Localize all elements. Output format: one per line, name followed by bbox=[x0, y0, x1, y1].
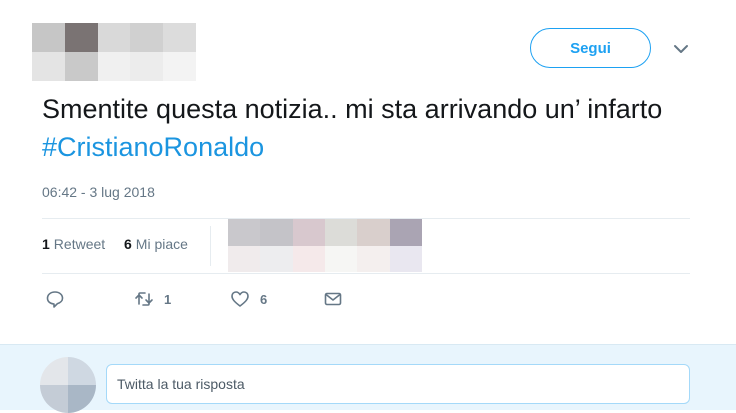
pixel-cell bbox=[357, 219, 390, 246]
pixel-cell bbox=[292, 219, 325, 246]
reply-input[interactable] bbox=[106, 364, 690, 404]
likes-label: Mi piace bbox=[135, 236, 188, 252]
like-button[interactable]: 6 bbox=[230, 289, 267, 309]
pixel-cell bbox=[324, 219, 358, 246]
like-count: 6 bbox=[260, 291, 268, 307]
retweet-icon bbox=[135, 292, 153, 306]
pixel-cell bbox=[163, 23, 196, 52]
follow-button[interactable]: Segui bbox=[530, 28, 651, 68]
hashtag-link[interactable]: #CristianoRonaldo bbox=[42, 132, 264, 162]
pixel-cell bbox=[64, 23, 98, 52]
reply-icon bbox=[46, 291, 64, 308]
pixel-cell bbox=[64, 52, 98, 81]
tweet-text: Smentite questa notizia.. mi sta arrivan… bbox=[42, 90, 702, 166]
pixel-cell bbox=[130, 52, 164, 81]
retweet-button[interactable]: 1 bbox=[134, 289, 171, 309]
pixel-cell bbox=[260, 245, 293, 272]
pixel-cell bbox=[163, 52, 196, 81]
pixel-cell bbox=[292, 245, 325, 272]
user-avatar bbox=[40, 357, 96, 413]
retweets-count: 1 bbox=[42, 236, 50, 252]
direct-message-button[interactable] bbox=[323, 289, 343, 309]
author-avatar-pixelated[interactable] bbox=[32, 23, 196, 81]
pixel-cell bbox=[32, 23, 65, 52]
pixel-cell bbox=[324, 245, 358, 272]
likers-avatars-pixelated[interactable] bbox=[228, 219, 422, 272]
pixel-cell bbox=[130, 23, 164, 52]
retweets-label: Retweet bbox=[53, 236, 106, 252]
pixel-cell bbox=[228, 245, 261, 272]
likes-stat[interactable]: 6 Mi piace bbox=[124, 236, 188, 252]
pixel-cell bbox=[228, 219, 261, 246]
reply-composer bbox=[0, 344, 736, 413]
reply-button[interactable] bbox=[45, 289, 65, 309]
pixel-cell bbox=[40, 357, 68, 385]
pixel-cell bbox=[97, 52, 131, 81]
retweets-stat[interactable]: 1 Retweet bbox=[42, 236, 105, 252]
pixel-cell bbox=[389, 219, 422, 246]
pixel-cell bbox=[357, 245, 390, 272]
pixel-cell bbox=[32, 52, 65, 81]
heart-icon bbox=[231, 291, 249, 307]
pixel-cell bbox=[260, 219, 293, 246]
tweet-card: Segui Smentite questa notizia.. mi sta a… bbox=[0, 0, 736, 344]
chevron-down-icon[interactable] bbox=[672, 40, 690, 58]
tweet-timestamp[interactable]: 06:42 - 3 lug 2018 bbox=[42, 184, 155, 200]
divider bbox=[42, 273, 690, 274]
retweet-count: 1 bbox=[164, 291, 172, 307]
stats-divider bbox=[210, 226, 211, 266]
pixel-cell bbox=[68, 357, 96, 385]
pixel-cell bbox=[97, 23, 131, 52]
mail-icon bbox=[324, 292, 342, 306]
likes-count: 6 bbox=[124, 236, 132, 252]
tweet-body: Smentite questa notizia.. mi sta arrivan… bbox=[42, 94, 663, 124]
pixel-cell bbox=[389, 245, 422, 272]
